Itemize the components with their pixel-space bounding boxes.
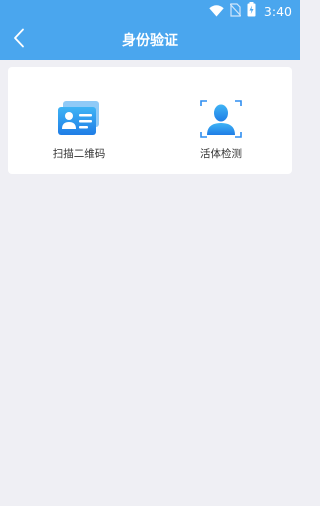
liveness-detection-option[interactable]: 活体检测 — [150, 67, 292, 174]
wifi-icon — [209, 2, 224, 21]
status-icons: 3:40 — [209, 1, 292, 21]
id-card-icon — [57, 99, 101, 139]
status-time: 3:40 — [263, 3, 292, 19]
app-header: 3:40 身份验证 — [0, 0, 300, 60]
face-scan-icon — [199, 99, 243, 139]
no-sim-icon — [229, 2, 242, 21]
scan-qr-label: 扫描二维码 — [52, 148, 106, 160]
verification-options-card: 扫描二维码 活体检测 — [8, 67, 292, 174]
liveness-detection-label: 活体检测 — [200, 148, 242, 160]
battery-charging-icon — [247, 1, 256, 21]
title-bar: 身份验证 — [0, 22, 300, 60]
scan-qr-option[interactable]: 扫描二维码 — [8, 67, 150, 174]
status-bar: 3:40 — [0, 0, 300, 22]
page-title: 身份验证 — [122, 33, 178, 49]
